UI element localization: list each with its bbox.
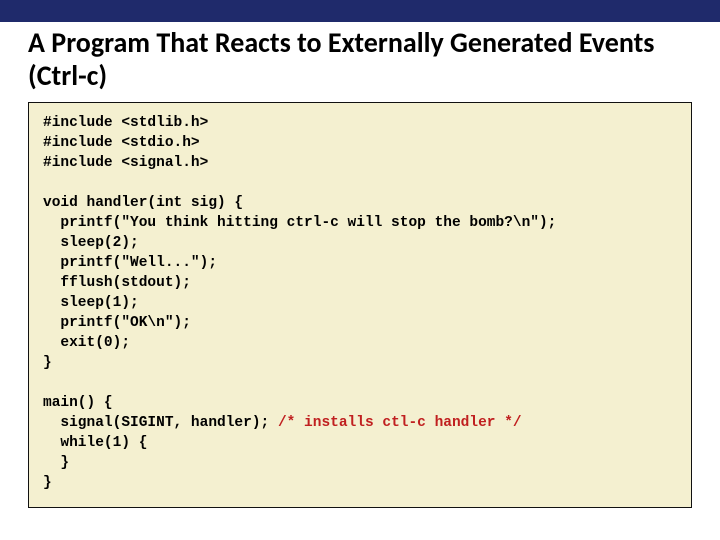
- code-line: sleep(2);: [43, 235, 139, 251]
- code-comment: /* installs ctl-c handler */: [278, 415, 522, 431]
- code-line: while(1) {: [43, 435, 147, 451]
- code-frame: #include <stdlib.h> #include <stdio.h> #…: [28, 102, 692, 508]
- code-line: }: [43, 455, 69, 471]
- code-block: #include <stdlib.h> #include <stdio.h> #…: [43, 113, 677, 493]
- code-line: exit(0);: [43, 335, 130, 351]
- code-line: printf("Well...");: [43, 255, 217, 271]
- code-line: void handler(int sig) {: [43, 195, 243, 211]
- code-line: printf("You think hitting ctrl-c will st…: [43, 215, 556, 231]
- slide-title: A Program That Reacts to Externally Gene…: [28, 26, 692, 92]
- code-line: #include <stdlib.h>: [43, 115, 208, 131]
- code-line: sleep(1);: [43, 295, 139, 311]
- code-line: printf("OK\n");: [43, 315, 191, 331]
- code-line: main() {: [43, 395, 113, 411]
- code-line: #include <signal.h>: [43, 155, 208, 171]
- header-bar: [0, 0, 720, 22]
- slide-content: A Program That Reacts to Externally Gene…: [0, 22, 720, 508]
- code-line: #include <stdio.h>: [43, 135, 200, 151]
- code-line: }: [43, 355, 52, 371]
- code-line: signal(SIGINT, handler);: [43, 415, 278, 431]
- code-line: }: [43, 475, 52, 491]
- code-line: fflush(stdout);: [43, 275, 191, 291]
